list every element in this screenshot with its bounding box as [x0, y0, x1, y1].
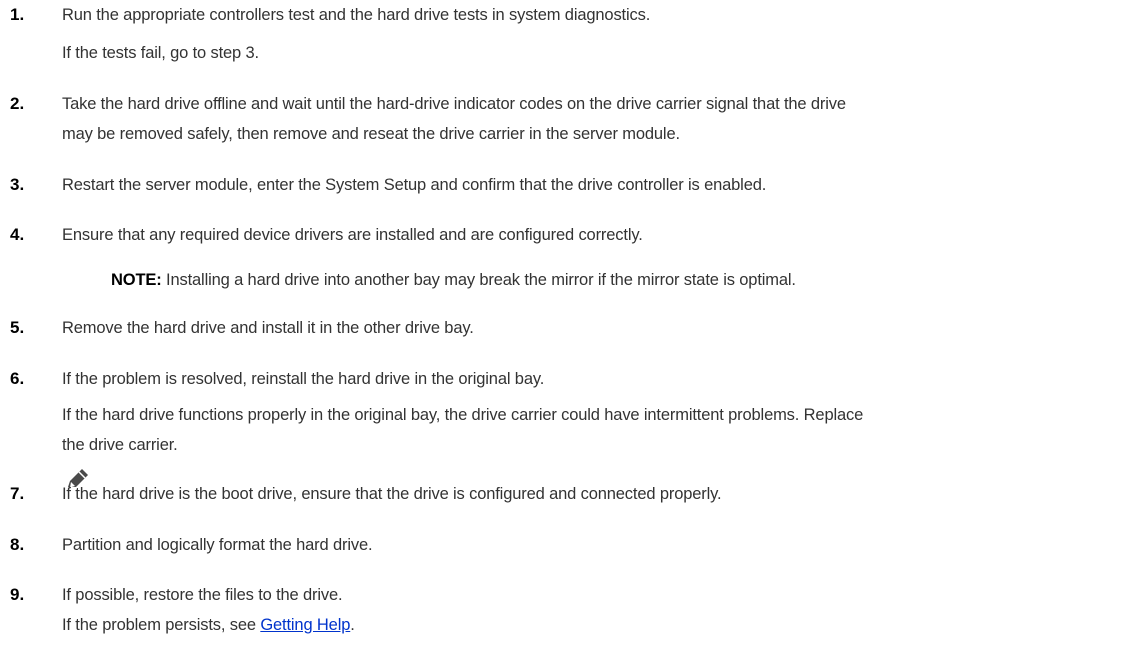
- step-text: If the hard drive functions properly in …: [62, 406, 864, 424]
- step-text: If the problem is resolved, reinstall th…: [62, 370, 545, 388]
- troubleshooting-document: 1. Run the appropriate controllers test …: [0, 0, 1148, 659]
- step-text: Partition and logically format the hard …: [62, 536, 373, 554]
- step-text: Take the hard drive offline and wait unt…: [62, 95, 846, 113]
- step-text: Remove the hard drive and install it in …: [62, 319, 474, 337]
- step-number: 1.: [10, 5, 25, 24]
- step-text: the drive carrier.: [62, 436, 178, 454]
- step-text: If the hard drive is the boot drive, ens…: [62, 485, 722, 503]
- note-label: NOTE:: [111, 271, 162, 289]
- note-text: Installing a hard drive into another bay…: [161, 271, 796, 289]
- final-help-prefix: If the problem persists, see: [62, 616, 261, 634]
- step-text: Run the appropriate controllers test and…: [62, 6, 651, 24]
- step-text: may be removed safely, then remove and r…: [62, 125, 680, 143]
- step-number: 5.: [10, 318, 25, 337]
- step-text: If the tests fail, go to step 3.: [62, 44, 259, 62]
- final-help-suffix: .: [350, 616, 355, 634]
- final-help-line: If the problem persists, see Getting Hel…: [62, 615, 355, 635]
- step-number: 3.: [10, 175, 25, 194]
- step-number: 4.: [10, 225, 25, 244]
- note-line: NOTE: Installing a hard drive into anoth…: [111, 270, 796, 290]
- step-text: Restart the server module, enter the Sys…: [62, 176, 767, 194]
- step-number: 7.: [10, 484, 25, 503]
- step-number: 6.: [10, 369, 25, 388]
- getting-help-link[interactable]: Getting Help: [260, 616, 350, 634]
- step-text: Ensure that any required device drivers …: [62, 226, 643, 244]
- step-text: If possible, restore the files to the dr…: [62, 586, 343, 604]
- step-number: 8.: [10, 535, 25, 554]
- step-number: 9.: [10, 585, 25, 604]
- step-number: 2.: [10, 94, 25, 113]
